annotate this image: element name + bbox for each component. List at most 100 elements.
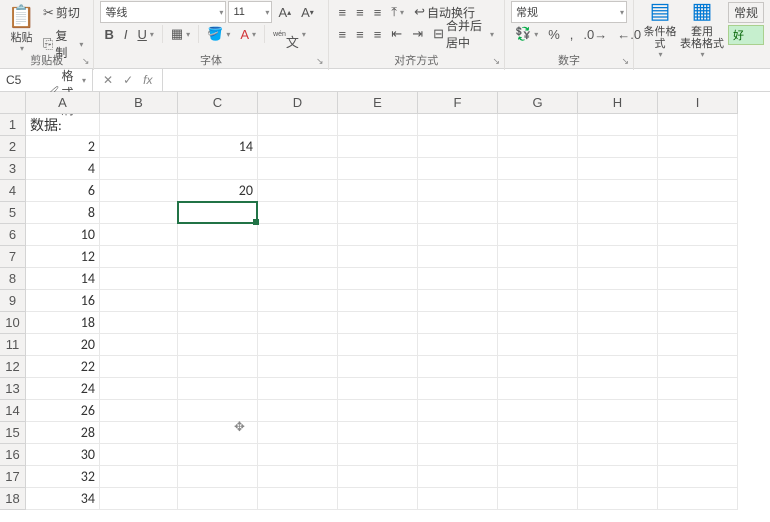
cell-G5[interactable] xyxy=(498,202,578,224)
cell-D2[interactable] xyxy=(258,136,338,158)
increase-indent-button[interactable]: ⇥ xyxy=(408,24,427,44)
col-header-G[interactable]: G xyxy=(498,92,578,114)
cell-A6[interactable]: 10 xyxy=(26,224,100,246)
cell-F3[interactable] xyxy=(418,158,498,180)
cell-A2[interactable]: 2 xyxy=(26,136,100,158)
row-header-6[interactable]: 6 xyxy=(0,224,26,246)
cell-I12[interactable] xyxy=(658,356,738,378)
cell-G8[interactable] xyxy=(498,268,578,290)
col-header-A[interactable]: A xyxy=(26,92,100,114)
row-header-17[interactable]: 17 xyxy=(0,466,26,488)
cell-H14[interactable] xyxy=(578,400,658,422)
cell-F7[interactable] xyxy=(418,246,498,268)
dialog-launcher-icon[interactable]: ↘ xyxy=(492,56,500,67)
cell-A5[interactable]: 8 xyxy=(26,202,100,224)
cell-D11[interactable] xyxy=(258,334,338,356)
cell-C6[interactable] xyxy=(178,224,258,246)
merge-center-button[interactable]: ⊟合并后居中▾ xyxy=(429,15,498,53)
cell-I1[interactable] xyxy=(658,114,738,136)
fill-color-button[interactable]: 🪣▾ xyxy=(203,24,234,44)
cell-C10[interactable] xyxy=(178,312,258,334)
cell-I13[interactable] xyxy=(658,378,738,400)
row-header-5[interactable]: 5 xyxy=(0,202,26,224)
cell-I6[interactable] xyxy=(658,224,738,246)
underline-button[interactable]: U▾ xyxy=(133,25,157,44)
cell-B17[interactable] xyxy=(100,466,178,488)
conditional-format-button[interactable]: ▤ 条件格式 ▾ xyxy=(640,2,680,52)
row-header-1[interactable]: 1 xyxy=(0,114,26,136)
cell-A12[interactable]: 22 xyxy=(26,356,100,378)
row-header-8[interactable]: 8 xyxy=(0,268,26,290)
cell-C14[interactable] xyxy=(178,400,258,422)
cell-G6[interactable] xyxy=(498,224,578,246)
cell-C18[interactable] xyxy=(178,488,258,510)
cell-A1[interactable]: 数据: xyxy=(26,114,100,136)
col-header-B[interactable]: B xyxy=(100,92,178,114)
cell-E6[interactable] xyxy=(338,224,418,246)
cell-F6[interactable] xyxy=(418,224,498,246)
align-left-button[interactable]: ≡ xyxy=(335,25,351,44)
cell-G7[interactable] xyxy=(498,246,578,268)
cell-G2[interactable] xyxy=(498,136,578,158)
align-right-button[interactable]: ≡ xyxy=(370,25,386,44)
cell-B3[interactable] xyxy=(100,158,178,180)
cell-H15[interactable] xyxy=(578,422,658,444)
cell-D18[interactable] xyxy=(258,488,338,510)
cell-I3[interactable] xyxy=(658,158,738,180)
cell-D17[interactable] xyxy=(258,466,338,488)
cell-D8[interactable] xyxy=(258,268,338,290)
border-button[interactable]: ▦▾ xyxy=(167,24,194,44)
cell-H7[interactable] xyxy=(578,246,658,268)
cell-C5[interactable] xyxy=(178,202,258,224)
cell-C7[interactable] xyxy=(178,246,258,268)
cell-A9[interactable]: 16 xyxy=(26,290,100,312)
cell-C1[interactable] xyxy=(178,114,258,136)
cells-area[interactable]: 数据:2144620810121416182022242628303234 xyxy=(26,114,738,510)
bold-button[interactable]: B xyxy=(100,25,117,44)
cell-G3[interactable] xyxy=(498,158,578,180)
cell-A11[interactable]: 20 xyxy=(26,334,100,356)
cell-E13[interactable] xyxy=(338,378,418,400)
cell-H18[interactable] xyxy=(578,488,658,510)
cell-E9[interactable] xyxy=(338,290,418,312)
style-normal[interactable]: 常规 xyxy=(728,2,764,23)
cell-A4[interactable]: 6 xyxy=(26,180,100,202)
cell-F4[interactable] xyxy=(418,180,498,202)
cell-F14[interactable] xyxy=(418,400,498,422)
cell-B15[interactable] xyxy=(100,422,178,444)
cell-I17[interactable] xyxy=(658,466,738,488)
cell-D16[interactable] xyxy=(258,444,338,466)
cell-G18[interactable] xyxy=(498,488,578,510)
number-format-combo[interactable]: 常规▾ xyxy=(511,1,627,23)
cell-D14[interactable] xyxy=(258,400,338,422)
cell-F8[interactable] xyxy=(418,268,498,290)
dialog-launcher-icon[interactable]: ↘ xyxy=(316,56,324,67)
cell-D15[interactable] xyxy=(258,422,338,444)
cell-E14[interactable] xyxy=(338,400,418,422)
cell-F15[interactable] xyxy=(418,422,498,444)
cell-H17[interactable] xyxy=(578,466,658,488)
align-bottom-button[interactable]: ≡ xyxy=(370,3,386,22)
cell-C2[interactable]: 14 xyxy=(178,136,258,158)
cell-F16[interactable] xyxy=(418,444,498,466)
cell-G14[interactable] xyxy=(498,400,578,422)
cell-C3[interactable] xyxy=(178,158,258,180)
col-header-H[interactable]: H xyxy=(578,92,658,114)
cell-F10[interactable] xyxy=(418,312,498,334)
cell-A3[interactable]: 4 xyxy=(26,158,100,180)
cell-I2[interactable] xyxy=(658,136,738,158)
cancel-icon[interactable]: ✕ xyxy=(103,73,113,87)
cell-I16[interactable] xyxy=(658,444,738,466)
orientation-button[interactable]: ⤒▾ xyxy=(387,2,408,22)
cell-D3[interactable] xyxy=(258,158,338,180)
percent-button[interactable]: % xyxy=(544,25,564,44)
cell-C9[interactable] xyxy=(178,290,258,312)
cell-D1[interactable] xyxy=(258,114,338,136)
col-header-F[interactable]: F xyxy=(418,92,498,114)
cell-E5[interactable] xyxy=(338,202,418,224)
font-name-combo[interactable]: 等线▾ xyxy=(100,1,226,23)
cell-F11[interactable] xyxy=(418,334,498,356)
cell-H12[interactable] xyxy=(578,356,658,378)
cell-F5[interactable] xyxy=(418,202,498,224)
cell-I15[interactable] xyxy=(658,422,738,444)
